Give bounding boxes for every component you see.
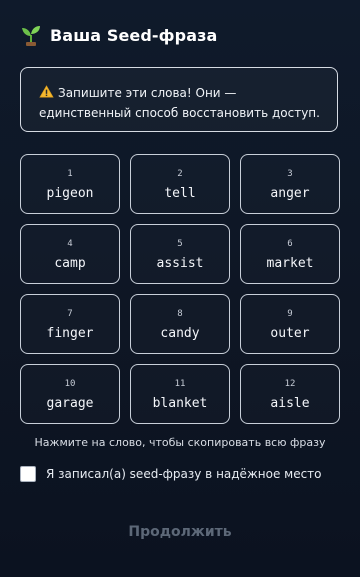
seed-word: anger: [270, 185, 310, 201]
confirm-label: Я записал(а) seed-фразу в надёжное место: [46, 467, 322, 481]
seed-word-card[interactable]: 11 blanket: [130, 364, 230, 424]
seed-word-index: 11: [174, 378, 186, 389]
seed-word-index: 1: [67, 168, 73, 179]
seed-word-card[interactable]: 3 anger: [240, 154, 340, 214]
seed-word-card[interactable]: 5 assist: [130, 224, 230, 284]
seed-word-index: 3: [287, 168, 293, 179]
seed-word: blanket: [152, 395, 208, 411]
seed-word: market: [266, 255, 314, 271]
header: Ваша Seed-фраза: [20, 24, 217, 46]
seed-word-card[interactable]: 9 outer: [240, 294, 340, 354]
seed-word-card[interactable]: 10 garage: [20, 364, 120, 424]
copy-hint: Нажмите на слово, чтобы скопировать всю …: [34, 436, 326, 449]
seed-word-index: 10: [64, 378, 76, 389]
seed-word: aisle: [270, 395, 310, 411]
confirm-saved-checkbox-row[interactable]: Я записал(а) seed-фразу в надёжное место: [20, 466, 322, 482]
warning-icon: [39, 85, 54, 98]
warning-text: Запишите эти слова! Они — единственный с…: [39, 86, 320, 120]
seed-word-card[interactable]: 7 finger: [20, 294, 120, 354]
seed-word: finger: [46, 325, 94, 341]
seed-word: outer: [270, 325, 310, 341]
seed-word-card[interactable]: 6 market: [240, 224, 340, 284]
seed-word: tell: [164, 185, 196, 201]
seed-word-index: 4: [67, 238, 73, 249]
sprout-icon: [22, 26, 40, 46]
seed-word-index: 6: [287, 238, 293, 249]
continue-button[interactable]: Продолжить: [20, 512, 340, 552]
confirm-checkbox[interactable]: [20, 466, 36, 482]
seed-word-grid: 1 pigeon 2 tell 3 anger 4 camp 5 assist 6 market 7 fi…: [20, 154, 340, 424]
seed-word-card[interactable]: 4 camp: [20, 224, 120, 284]
seed-word-card[interactable]: 8 candy: [130, 294, 230, 354]
seed-word-index: 8: [177, 308, 183, 319]
seed-word-card[interactable]: 12 aisle: [240, 364, 340, 424]
seed-word: garage: [46, 395, 94, 411]
seed-word-index: 7: [67, 308, 73, 319]
seed-word-index: 5: [177, 238, 183, 249]
seed-word-card[interactable]: 2 tell: [130, 154, 230, 214]
seed-word-card[interactable]: 1 pigeon: [20, 154, 120, 214]
warning-banner: Запишите эти слова! Они — единственный с…: [20, 67, 338, 132]
seed-word-index: 2: [177, 168, 183, 179]
seed-word-index: 12: [284, 378, 296, 389]
seed-word: camp: [54, 255, 86, 271]
seed-word-index: 9: [287, 308, 293, 319]
page-title: Ваша Seed-фраза: [50, 25, 218, 45]
seed-word: assist: [156, 255, 204, 271]
seed-word: candy: [160, 325, 200, 341]
seed-word: pigeon: [46, 185, 94, 201]
